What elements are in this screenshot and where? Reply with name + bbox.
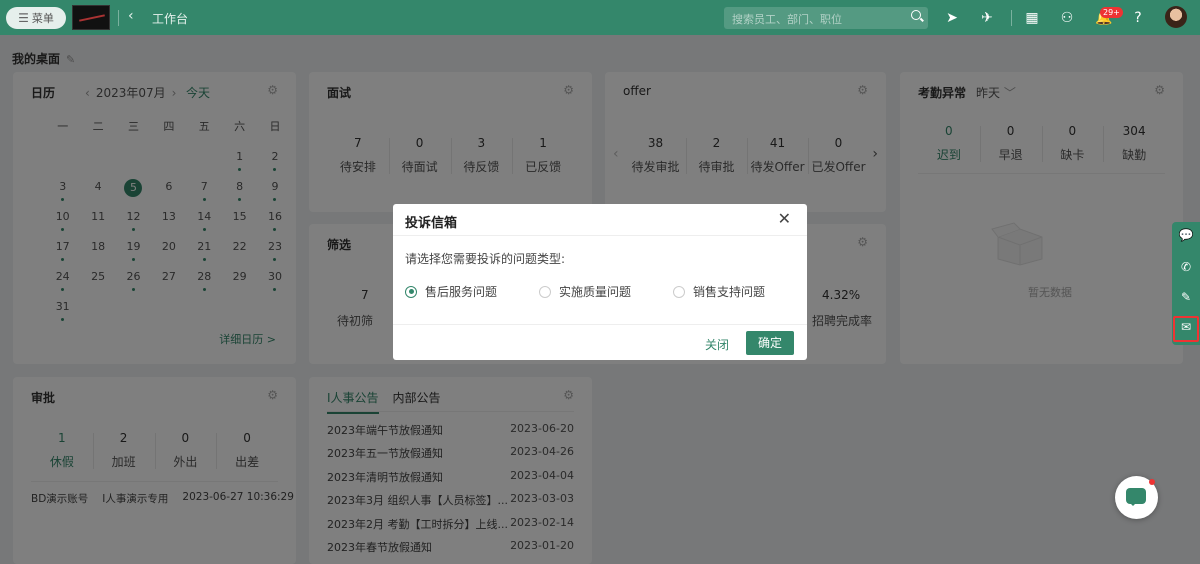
- option-label: 售后服务问题: [425, 285, 498, 299]
- back-arrow-icon[interactable]: ‹: [128, 8, 134, 24]
- option-label: 销售支持问题: [693, 285, 766, 299]
- chat-bubble-icon[interactable]: 💬: [1172, 228, 1200, 242]
- menu-label: 菜单: [31, 12, 54, 25]
- menu-icon: ☰: [18, 11, 29, 25]
- radio-button[interactable]: [673, 285, 685, 298]
- radio-button[interactable]: [405, 285, 417, 298]
- option-implementation-quality[interactable]: 实施质量问题: [539, 283, 631, 300]
- close-icon[interactable]: ✕: [778, 209, 791, 228]
- chat-icon: [1126, 488, 1146, 506]
- close-button[interactable]: 关闭: [705, 336, 729, 353]
- qrcode-icon[interactable]: ▦: [1024, 10, 1040, 26]
- menu-button[interactable]: ☰ 菜单: [6, 7, 66, 29]
- breadcrumb: 工作台: [152, 12, 189, 26]
- edit-icon[interactable]: ✎: [1172, 290, 1200, 304]
- paper-plane-icon[interactable]: ✈: [979, 10, 995, 26]
- option-group: 售后服务问题 实施质量问题 销售支持问题: [405, 283, 807, 300]
- search-icon[interactable]: [911, 10, 921, 20]
- option-label: 实施质量问题: [559, 285, 632, 299]
- radio-button[interactable]: [539, 285, 551, 298]
- company-logo[interactable]: [72, 5, 110, 30]
- notification-badge: 29+: [1100, 7, 1123, 18]
- option-after-sales[interactable]: 售后服务问题: [405, 283, 497, 300]
- divider: [118, 10, 119, 26]
- dialog-title: 投诉信箱: [405, 216, 458, 231]
- search-placeholder: 搜索员工、部门、职位: [732, 13, 842, 26]
- dialog-question: 请选择您需要投诉的问题类型:: [405, 252, 566, 266]
- top-bar: ☰ 菜单 ‹ 工作台 搜索员工、部门、职位 ➤ ✈ ▦ ⚇ 🔔 29+ ?: [0, 0, 1200, 35]
- unread-dot: [1149, 479, 1155, 485]
- complaint-dialog: 投诉信箱 ✕ 请选择您需要投诉的问题类型: 售后服务问题 实施质量问题 销售支持…: [393, 204, 807, 360]
- divider: [393, 324, 807, 325]
- option-sales-support[interactable]: 销售支持问题: [673, 283, 765, 300]
- send-icon[interactable]: ➤: [944, 10, 960, 26]
- phone-icon[interactable]: ✆: [1172, 260, 1200, 274]
- contacts-icon[interactable]: ⚇: [1059, 10, 1075, 26]
- customer-service-button[interactable]: [1115, 476, 1158, 519]
- help-icon[interactable]: ?: [1130, 10, 1146, 26]
- divider: [393, 235, 807, 236]
- mail-highlight: [1173, 316, 1199, 342]
- confirm-button[interactable]: 确定: [746, 331, 794, 355]
- search-input[interactable]: 搜索员工、部门、职位: [724, 7, 928, 29]
- divider: [1011, 10, 1012, 26]
- avatar[interactable]: [1165, 6, 1187, 28]
